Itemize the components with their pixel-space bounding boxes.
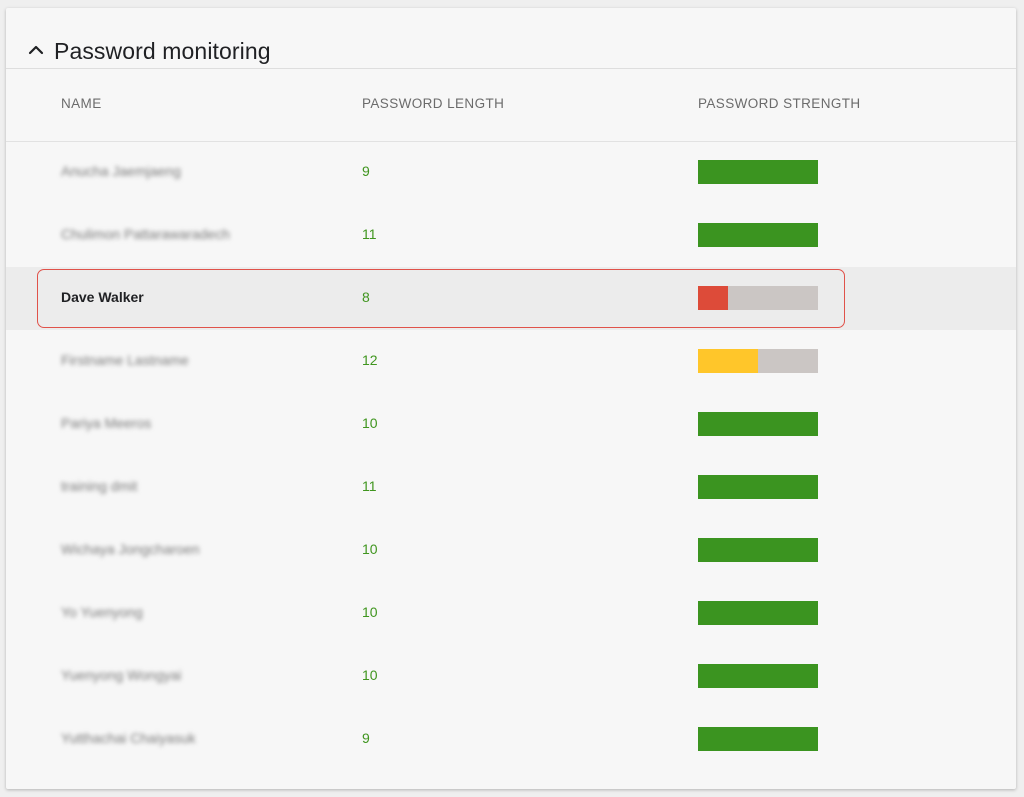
password-strength-fill [698, 664, 818, 688]
chevron-up-icon[interactable] [27, 41, 45, 59]
password-strength-fill [698, 475, 818, 499]
password-strength-bar [698, 727, 818, 751]
password-strength-bar [698, 223, 818, 247]
password-strength-fill [698, 223, 818, 247]
password-strength-bar [698, 160, 818, 184]
table-row[interactable]: Dave Walker 8 [6, 267, 1016, 330]
password-strength-fill [698, 601, 818, 625]
password-monitoring-card: Password monitoring NAME PASSWORD LENGTH… [6, 8, 1016, 789]
password-strength-fill [698, 412, 818, 436]
password-strength-bar [698, 601, 818, 625]
table-row[interactable]: Anucha Jaemjaeng 9 [6, 141, 1016, 204]
user-name: Yo Yuenyong [61, 604, 143, 620]
password-strength-bar [698, 538, 818, 562]
password-strength-fill [698, 349, 758, 373]
password-strength-bar [698, 475, 818, 499]
password-length-value: 9 [362, 730, 370, 746]
user-name: Anucha Jaemjaeng [61, 163, 181, 179]
password-length-value: 12 [362, 352, 378, 368]
password-strength-bar [698, 664, 818, 688]
section-header[interactable]: Password monitoring [6, 8, 1016, 69]
password-length-value: 11 [362, 226, 377, 242]
table-row[interactable]: training dmit 11 [6, 456, 1016, 519]
user-name: Firstname Lastname [61, 352, 189, 368]
section-title: Password monitoring [54, 38, 271, 64]
password-strength-fill [698, 160, 818, 184]
table-row[interactable]: Firstname Lastname 12 [6, 330, 1016, 393]
password-strength-fill [698, 727, 818, 751]
password-strength-bar [698, 286, 818, 310]
table-row[interactable]: Pariya Meeros 10 [6, 393, 1016, 456]
password-strength-fill [698, 538, 818, 562]
user-name: Chulimon Pattarawaradech [61, 226, 230, 242]
user-name: Yuenyong Wongyai [61, 667, 182, 683]
column-header-password-strength[interactable]: PASSWORD STRENGTH [698, 96, 861, 111]
user-name: training dmit [61, 478, 138, 494]
table-row[interactable]: Yuenyong Wongyai 10 [6, 645, 1016, 708]
password-strength-bar [698, 349, 818, 373]
column-header-password-length[interactable]: PASSWORD LENGTH [362, 96, 504, 111]
password-length-value: 8 [362, 289, 370, 305]
password-length-value: 10 [362, 604, 378, 620]
user-name: Pariya Meeros [61, 415, 152, 431]
table-row[interactable]: Wichaya Jongcharoen 10 [6, 519, 1016, 582]
password-length-value: 9 [362, 163, 370, 179]
password-length-value: 11 [362, 478, 377, 494]
user-name: Wichaya Jongcharoen [61, 541, 200, 557]
table-row[interactable]: Yutthachai Chaiyasuk 9 [6, 708, 1016, 771]
user-name: Yutthachai Chaiyasuk [61, 730, 196, 746]
column-header-name[interactable]: NAME [61, 96, 102, 111]
password-length-value: 10 [362, 667, 378, 683]
table-row[interactable]: Chulimon Pattarawaradech 11 [6, 204, 1016, 267]
password-strength-fill [698, 286, 728, 310]
password-length-value: 10 [362, 541, 378, 557]
password-strength-bar [698, 412, 818, 436]
user-name: Dave Walker [61, 289, 144, 305]
table-row[interactable]: Yo Yuenyong 10 [6, 582, 1016, 645]
password-length-value: 10 [362, 415, 378, 431]
